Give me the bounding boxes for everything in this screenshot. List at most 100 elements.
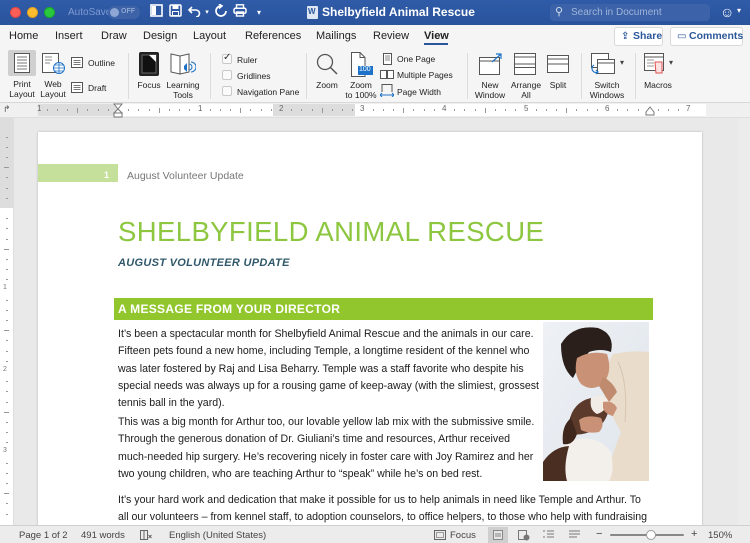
language-status[interactable]: English (United States) [169,530,266,541]
page-width-icon[interactable] [380,84,394,97]
draft-button[interactable]: Draft [88,83,106,93]
proofing-icon[interactable] [140,530,152,540]
undo-icon[interactable] [187,4,203,21]
macros-icon[interactable] [644,53,666,75]
split-icon[interactable] [547,55,569,73]
macros-button[interactable]: Macros [640,80,676,90]
focus-mode-button[interactable]: Focus [450,530,476,541]
print-layout-button[interactable] [8,50,36,76]
navigation-pane-checkbox[interactable] [222,86,232,96]
zoom-in-button[interactable]: + [691,528,697,540]
tab-draw[interactable]: Draw [101,30,127,42]
web-layout-icon[interactable] [42,53,66,75]
redo-icon[interactable] [214,3,228,21]
zoom-level[interactable]: 150% [708,530,732,541]
label-line: Layout [9,89,35,99]
ruler-tick [5,503,8,505]
switch-windows-label[interactable]: Switch Windows [587,80,627,100]
tab-view[interactable]: View [424,30,449,42]
ruler-tick [270,109,272,111]
tab-review[interactable]: Review [373,30,409,42]
horizontal-ruler[interactable]: 1 1 2 3 4 5 6 7 [37,104,706,116]
text-line: Through the generous donation of Dr. Giu… [118,433,510,446]
focus-icon[interactable] [139,52,159,76]
search-in-document-input[interactable]: ⚲ Search in Document [550,4,710,21]
zoom-slider[interactable] [610,530,684,540]
switch-windows-icon[interactable] [590,53,618,77]
ruler-checkbox[interactable] [222,52,232,64]
new-window-icon[interactable] [479,53,503,75]
zoom-icon[interactable] [316,53,338,75]
autosave-toggle[interactable]: OFF [108,6,140,19]
focus-button[interactable]: Focus [134,80,164,90]
sidebar-icon[interactable] [149,4,163,21]
arrange-all-label[interactable]: Arrange All [507,80,545,100]
focus-mode-icon[interactable] [434,530,446,540]
share-button[interactable]: ⇪ Share [614,27,663,46]
ruler-number: 5 [524,104,529,113]
outline-view-icon[interactable] [543,530,554,540]
tab-home[interactable]: Home [9,30,38,42]
feedback-smiley-icon[interactable]: ☺ [720,4,734,20]
zoom-slider-knob[interactable] [645,530,656,540]
ruler-tick [657,109,659,111]
vertical-ruler[interactable]: 1 2 3 [0,118,14,525]
tab-insert[interactable]: Insert [55,30,83,42]
zoom-100-label[interactable]: Zoom to 100% [342,80,380,100]
zoom-button[interactable]: Zoom [312,80,342,90]
print-layout-view-button[interactable] [488,527,508,543]
web-layout-label[interactable]: Web Layout [38,79,68,99]
ruler-tick [352,109,354,111]
web-layout-view-icon[interactable] [518,530,530,541]
paragraph-1[interactable]: It’s been a spectacular month for Shelby… [118,326,548,412]
learning-tools-icon[interactable] [170,52,196,76]
tab-layout[interactable]: Layout [193,30,226,42]
draft-view-icon[interactable] [569,530,580,540]
outline-icon[interactable] [71,57,83,68]
multiple-pages-icon[interactable] [380,70,394,79]
page-count[interactable]: Page 1 of 2 [19,530,68,541]
director-photo[interactable] [543,322,649,481]
page-width-button[interactable]: Page Width [397,87,441,97]
gridlines-checkbox[interactable] [222,70,232,80]
minimize-window-button[interactable] [27,7,38,18]
save-icon[interactable] [168,4,182,21]
draft-icon[interactable] [71,82,83,93]
zoom-100-icon[interactable] [351,52,373,77]
tab-design[interactable]: Design [143,30,177,42]
navigation-pane-label: Navigation Pane [237,87,300,97]
vertical-scrollbar[interactable] [738,118,750,525]
zoom-window-button[interactable] [44,7,55,18]
ruler-tick [230,109,232,111]
one-page-icon[interactable] [383,53,392,65]
ruler-tick [5,483,8,485]
right-indent-marker[interactable] [645,106,655,116]
one-page-button[interactable]: One Page [397,54,435,64]
customize-toolbar-icon[interactable]: ▾ [255,4,263,21]
split-button[interactable]: Split [543,80,573,90]
outline-button[interactable]: Outline [88,58,115,68]
ruler-tick [433,109,435,111]
first-line-indent-marker[interactable] [113,103,123,118]
tab-mailings[interactable]: Mailings [316,30,356,42]
undo-dropdown-icon[interactable]: ▾ [203,4,211,21]
chevron-down-icon[interactable]: ▾ [669,58,673,67]
chevron-down-icon[interactable]: ▾ [620,58,624,67]
multiple-pages-button[interactable]: Multiple Pages [397,70,453,80]
tab-stop-selector-icon[interactable]: ↱ [3,104,11,115]
paragraph-3[interactable]: It’s your hard work and dedication that … [118,492,658,527]
tab-references[interactable]: References [245,30,301,42]
ribbon-separator [581,53,582,99]
chevron-down-icon[interactable]: ▾ [737,6,741,15]
ruler-tick [535,109,537,111]
arrange-all-icon[interactable] [514,53,536,75]
ruler-label: Ruler [237,55,258,65]
comments-button[interactable]: ▭ Comments [670,27,743,46]
new-window-label[interactable]: New Window [472,80,508,100]
print-icon[interactable] [232,4,247,21]
learning-tools-label[interactable]: Learning Tools [163,80,203,100]
paragraph-2[interactable]: This was a big month for Arthur too, our… [118,414,548,483]
close-window-button[interactable] [10,7,21,18]
word-count[interactable]: 491 words [81,530,125,541]
zoom-out-button[interactable]: − [596,528,602,540]
